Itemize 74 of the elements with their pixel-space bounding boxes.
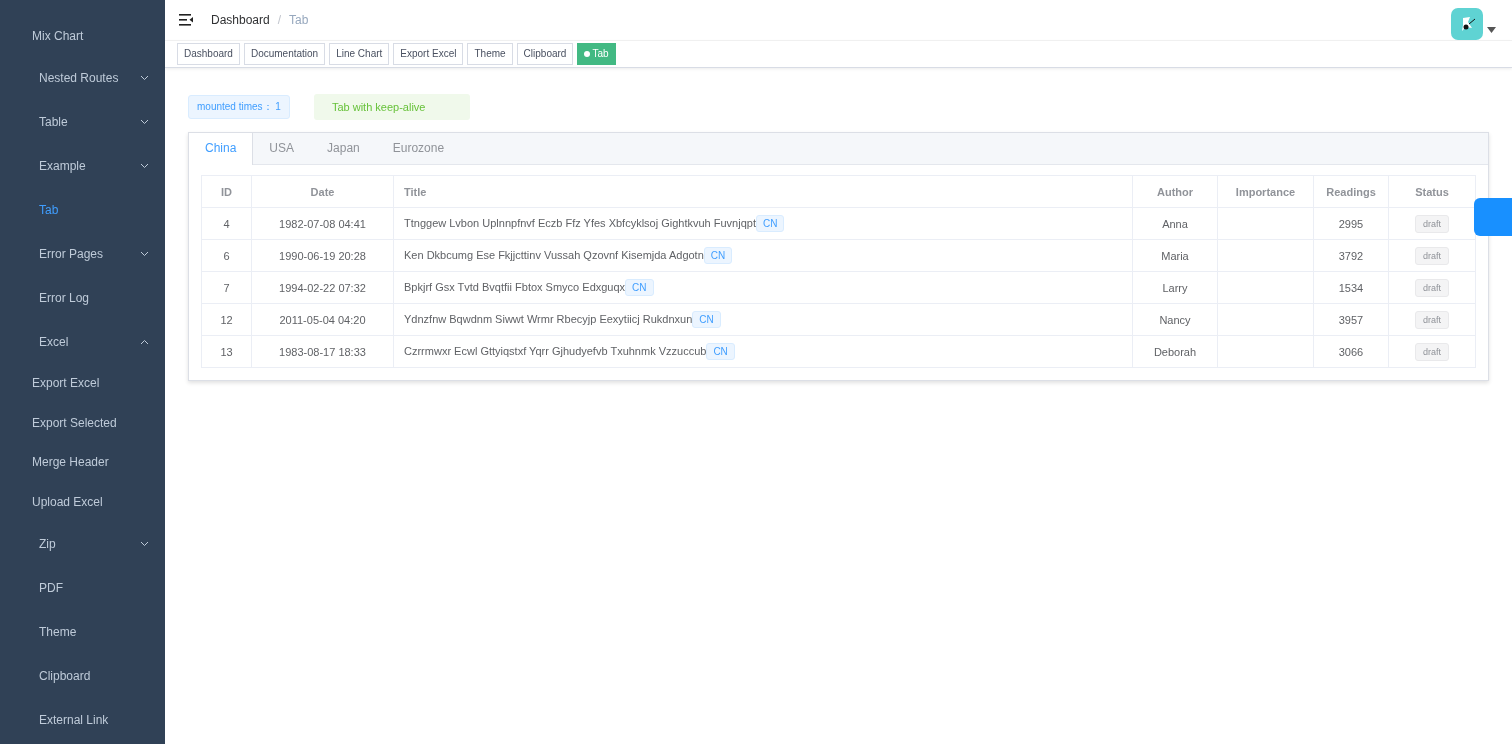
table-cell: 3066: [1338, 345, 1364, 358]
keep-alive-alert: Tab with keep-alive: [313, 94, 470, 120]
country-tag: CN: [703, 247, 733, 264]
sidebar-item[interactable]: PDF: [0, 565, 165, 610]
table-cell: 3792: [1338, 249, 1364, 262]
table-cell: Czrrmwxr Ecwl Gttyiqstxf Yqrr Gjhudyefvb Txuhnmk Vzzuccub: [404, 345, 707, 357]
table-cell: Maria: [1161, 249, 1189, 262]
sidebar-item[interactable]: Zip: [0, 521, 165, 566]
sidebar-item[interactable]: Export Selected: [0, 403, 165, 443]
avatar-icon[interactable]: [1451, 8, 1483, 40]
table-cell: Ttnggew Lvbon Uplnnpfnvf Eczb Ffz Yfes Xbfcyklsoj Gightkvuh Fuvnjqpt: [404, 217, 756, 229]
tag-tab[interactable]: Line Chart: [329, 43, 390, 65]
sidebar-item[interactable]: Error Pages: [0, 231, 165, 276]
sidebar-item[interactable]: Nested Routes: [0, 55, 165, 100]
table-cell: 6: [223, 249, 230, 262]
sidebar-item[interactable]: Excel: [0, 319, 165, 364]
table-cell: 13: [220, 345, 233, 358]
country-tag: CN: [706, 343, 735, 360]
breadcrumb-item[interactable]: Dashboard: [211, 13, 270, 27]
country-tag: CN: [756, 215, 785, 232]
table-cell: 1990-06-19 20:28: [279, 249, 366, 262]
breadcrumb-item: Tab: [289, 13, 309, 27]
sidebar-item[interactable]: Tab: [0, 187, 165, 232]
menu-icon[interactable]: [179, 14, 193, 26]
table-cell: 2011-05-04 04:20: [279, 313, 366, 326]
sidebar-item[interactable]: Upload Excel: [0, 482, 165, 522]
column-header: Title: [404, 185, 427, 198]
table-cell: 3957: [1338, 313, 1364, 326]
table-cell: 1982-07-08 04:41: [279, 217, 366, 230]
table-cell: 1534: [1338, 281, 1364, 294]
column-header: Readings: [1326, 185, 1376, 198]
table-cell: Ken Dkbcumg Ese Fkjjcttinv Vussah Qzovnf Kisemjda Adgotn: [404, 249, 704, 261]
sidebar-item[interactable]: Theme: [0, 609, 165, 654]
table-cell: Bpkjrf Gsx Tvtd Bvqtfii Fbtox Smyco Edxguqx: [404, 281, 626, 293]
table-cell: 2995: [1338, 217, 1364, 230]
sidebar-item[interactable]: Export Excel: [0, 363, 165, 403]
tag-tab[interactable]: Dashboard: [177, 43, 240, 65]
table-cell: 12: [220, 313, 233, 326]
table-cell: Ydnzfnw Bqwdnm Siwwt Wrmr Rbecyjp Eexytiicj Rukdnxun: [404, 313, 693, 325]
table-cell: Larry: [1162, 281, 1188, 294]
column-header: Date: [310, 185, 335, 198]
sidebar-item[interactable]: Error Log: [0, 275, 165, 320]
country-tag: CN: [692, 311, 721, 328]
table-cell: Anna: [1162, 217, 1188, 230]
tag-tab[interactable]: Theme: [467, 43, 513, 65]
status-tag: draft: [1415, 246, 1449, 265]
sidebar-item[interactable]: Merge Header: [0, 442, 165, 482]
tag-tab[interactable]: Documentation: [243, 43, 326, 65]
caret-icon[interactable]: [1487, 27, 1496, 33]
table-cell: Nancy: [1159, 313, 1191, 326]
sidebar-item[interactable]: Table: [0, 99, 165, 144]
column-header: ID: [221, 185, 232, 198]
column-header: Author: [1156, 185, 1193, 198]
table-cell: 1983-08-17 18:33: [279, 345, 366, 358]
status-tag: draft: [1415, 214, 1449, 233]
table-cell: 7: [223, 281, 230, 294]
column-header: Importance: [1235, 185, 1296, 198]
status-tag: draft: [1415, 310, 1449, 329]
breadcrumb-separator: /: [277, 13, 282, 27]
table-cell: 1994-02-22 07:32: [279, 281, 366, 294]
mounted-times-tag: mounted times： 1: [188, 95, 290, 119]
sidebar-item[interactable]: Mix Chart: [0, 16, 165, 56]
tag-tab[interactable]: Clipboard: [516, 43, 574, 65]
status-tag: draft: [1415, 278, 1449, 297]
tag-tab[interactable]: Export Excel: [393, 43, 464, 65]
country-tag: CN: [625, 279, 654, 296]
sidebar-item[interactable]: External Link: [0, 697, 165, 742]
sidebar-item[interactable]: Example: [0, 143, 165, 188]
status-tag: draft: [1415, 342, 1449, 361]
column-header: Status: [1415, 185, 1449, 198]
table-cell: Deborah: [1153, 345, 1197, 358]
sidebar-item[interactable]: Clipboard: [0, 653, 165, 698]
dot-icon: [584, 51, 591, 57]
table-cell: 4: [223, 217, 230, 230]
